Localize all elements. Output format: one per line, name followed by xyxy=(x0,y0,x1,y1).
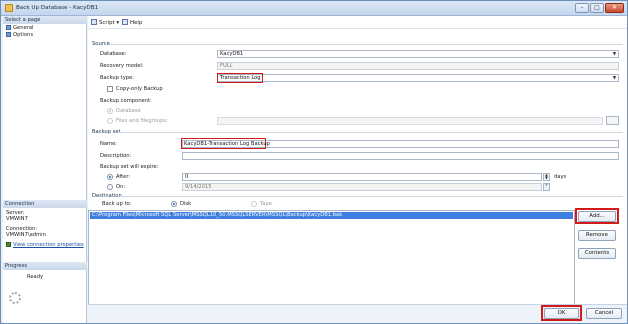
window-title: Back Up Database - KacyDB1 xyxy=(16,5,99,11)
database-label: Database: xyxy=(100,51,127,57)
filegroups-browse-button[interactable] xyxy=(606,116,619,125)
backup-set-group-label: Backup set xyxy=(92,129,121,135)
tape-radio[interactable] xyxy=(251,201,257,207)
toolbar: Script ▾ Help xyxy=(88,16,627,29)
expire-on-label: On: xyxy=(116,184,126,190)
destination-group-label: Destination xyxy=(92,193,122,199)
chevron-down-icon: ▼ xyxy=(612,52,617,57)
description-label: Description: xyxy=(100,153,132,159)
name-label: Name: xyxy=(100,141,118,147)
database-value: KacyDB1 xyxy=(220,51,244,57)
link-label: View connection properties xyxy=(13,242,84,248)
disk-label: Disk xyxy=(180,201,192,207)
expire-after-label: After: xyxy=(116,174,131,180)
properties-icon xyxy=(6,242,11,247)
help-label: Help xyxy=(130,20,143,26)
backup-type-value: Transaction Log xyxy=(220,75,261,81)
title-bar: Back Up Database - KacyDB1 – □ ✕ xyxy=(1,1,627,16)
description-field[interactable] xyxy=(182,152,619,160)
destination-list[interactable]: C:\Program Files\Microsoft SQL Server\MS… xyxy=(88,210,575,307)
component-database-radio[interactable] xyxy=(107,108,113,114)
recovery-model-value: FULL xyxy=(220,63,233,69)
filegroups-field xyxy=(217,117,603,125)
page-label: Options xyxy=(13,32,34,38)
expire-after-spinner[interactable]: ▲ ▼ xyxy=(543,173,550,181)
connection-header: Connection xyxy=(3,200,87,208)
component-files-radio[interactable] xyxy=(107,118,113,124)
page-icon xyxy=(6,25,11,30)
progress-spinner-icon xyxy=(9,292,21,304)
source-group-label: Source xyxy=(92,41,110,47)
expire-after-radio[interactable] xyxy=(107,174,113,180)
backup-set-divider xyxy=(119,132,623,133)
progress-status: Ready xyxy=(27,274,44,280)
backup-component-label: Backup component: xyxy=(100,98,152,104)
page-label: General xyxy=(13,25,34,31)
remove-button[interactable]: Remove xyxy=(578,230,616,241)
view-connection-properties-link[interactable]: View connection properties xyxy=(6,242,84,248)
script-icon xyxy=(91,19,97,25)
left-pane: Select a page General Options Connection… xyxy=(3,16,87,323)
calendar-dropdown-icon[interactable]: ▼ xyxy=(543,183,550,191)
help-button[interactable]: Help xyxy=(122,19,142,27)
copy-only-checkbox[interactable] xyxy=(107,86,113,92)
backup-type-combo[interactable]: ▼ xyxy=(217,74,619,82)
server-value: VMWIN7 xyxy=(6,216,28,222)
select-page-header: Select a page xyxy=(3,16,87,24)
backup-to-label: Back up to: xyxy=(102,201,132,207)
component-files-label: Files and filegroups: xyxy=(116,118,168,124)
database-combo[interactable]: KacyDB1 ▼ xyxy=(217,50,619,58)
page-item-options[interactable]: Options xyxy=(6,32,33,38)
ok-button[interactable]: OK xyxy=(544,308,579,319)
destination-path-row[interactable]: C:\Program Files\Microsoft SQL Server\MS… xyxy=(90,212,573,219)
component-database-label: Database xyxy=(116,108,141,114)
expire-after-field[interactable]: 0 xyxy=(182,173,542,181)
progress-header: Progress xyxy=(3,262,87,270)
expire-on-date-field[interactable]: 9/14/2015 xyxy=(182,183,542,191)
page-item-general[interactable]: General xyxy=(6,25,33,31)
add-button[interactable]: Add... xyxy=(578,211,616,222)
expire-on-radio[interactable] xyxy=(107,184,113,190)
chevron-down-icon: ▼ xyxy=(612,76,617,81)
destination-divider xyxy=(121,196,623,197)
expire-label: Backup set will expire: xyxy=(100,164,159,170)
script-label: Script xyxy=(99,20,115,26)
script-button[interactable]: Script ▾ xyxy=(91,19,119,27)
recovery-model-label: Recovery model: xyxy=(100,63,144,69)
main-pane: Script ▾ Help Source Database: KacyDB1 ▼… xyxy=(88,16,627,323)
copy-only-label: Copy-only Backup xyxy=(116,86,163,92)
backup-type-label: Backup type: xyxy=(100,75,134,81)
backup-dialog-window: Back Up Database - KacyDB1 – □ ✕ Select … xyxy=(0,0,628,324)
days-label: days xyxy=(554,174,567,180)
maximize-button[interactable]: □ xyxy=(590,3,604,13)
disk-radio[interactable] xyxy=(171,201,177,207)
connection-value: VMWIN7\admin xyxy=(6,232,46,238)
contents-button[interactable]: Contents xyxy=(578,248,616,259)
cancel-button[interactable]: Cancel xyxy=(586,308,622,319)
minimize-button[interactable]: – xyxy=(575,3,589,13)
database-icon xyxy=(5,4,13,12)
recovery-model-field: FULL xyxy=(217,62,619,70)
page-icon xyxy=(6,32,11,37)
tape-label: Tape xyxy=(260,201,272,207)
source-divider xyxy=(110,44,623,45)
help-icon xyxy=(122,19,128,25)
close-button[interactable]: ✕ xyxy=(605,3,624,13)
backup-name-value: KacyDB1-Transaction Log Backup xyxy=(184,141,270,147)
